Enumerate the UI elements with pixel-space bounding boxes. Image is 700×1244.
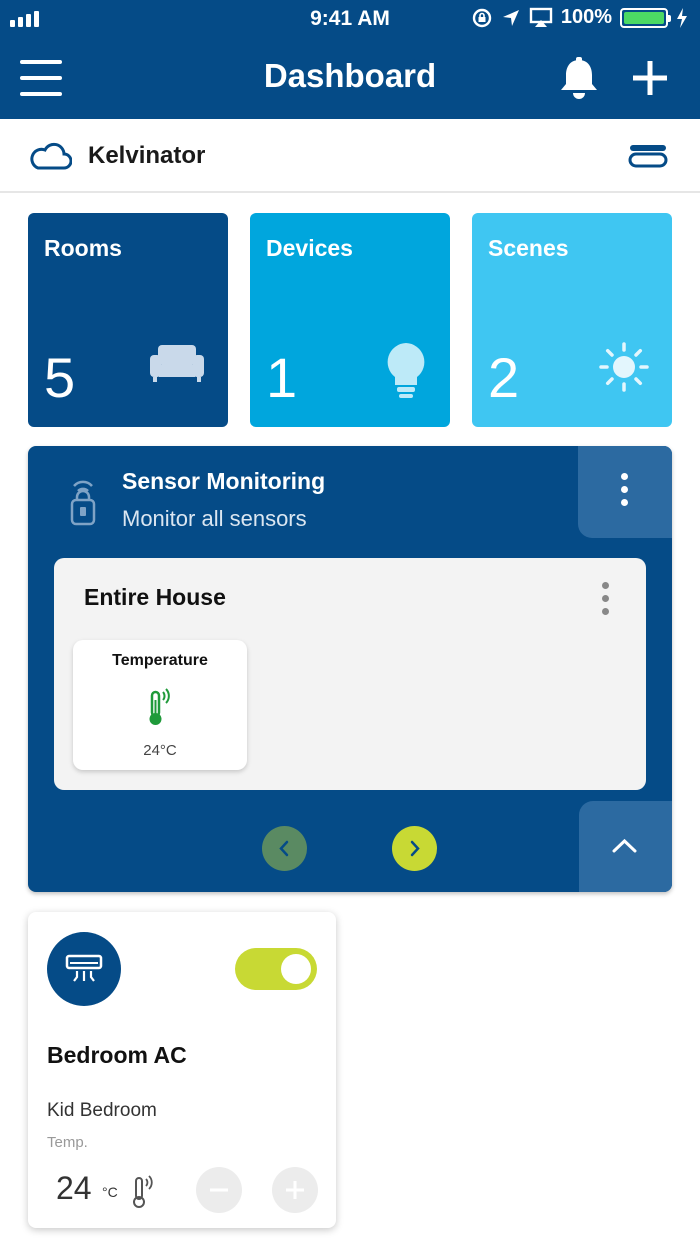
zone-title: Entire House (84, 584, 226, 610)
lightbulb-icon (387, 343, 425, 398)
thermometer-icon (133, 1175, 153, 1208)
bell-icon[interactable] (558, 56, 600, 102)
card-title: Sensor Monitoring (122, 468, 326, 494)
tile-label: Rooms (44, 235, 122, 261)
device-name: Bedroom AC (47, 1042, 187, 1068)
tile-scenes[interactable]: Scenes 2 (472, 213, 672, 427)
device-room: Kid Bedroom (47, 1100, 157, 1121)
more-vertical-icon (602, 582, 609, 615)
tile-count: 1 (266, 346, 298, 409)
airplay-icon (529, 7, 553, 27)
chevron-left-icon (279, 840, 289, 857)
zone-more-button[interactable] (594, 580, 618, 620)
cloud-icon (30, 142, 72, 170)
switch-home-icon[interactable] (628, 143, 668, 169)
card-subtitle: Monitor all sensors (122, 506, 307, 531)
temp-label: Temp. (47, 1134, 88, 1151)
card-more-button[interactable] (578, 446, 672, 538)
previous-button[interactable] (262, 826, 307, 871)
chevron-right-icon (410, 840, 420, 857)
tile-devices[interactable]: Devices 1 (250, 213, 450, 427)
battery-percent: 100% (560, 6, 612, 28)
plus-icon (286, 1181, 304, 1199)
minus-icon (210, 1188, 228, 1192)
add-icon[interactable] (630, 58, 670, 98)
chevron-up-icon (612, 838, 637, 853)
app-bar: Dashboard (0, 38, 700, 119)
next-button[interactable] (392, 826, 437, 871)
battery-icon (620, 7, 671, 28)
sensor-monitoring-card: Sensor Monitoring Monitor all sensors En… (28, 446, 672, 892)
temp-unit: °C (102, 1184, 118, 1200)
zone-card: Entire House Temperature 24°C (54, 558, 646, 790)
status-bar: 9:41 AM 100% (0, 0, 700, 38)
thermometer-icon (149, 688, 170, 725)
device-card[interactable]: Bedroom AC Kid Bedroom Temp. 24 °C (28, 912, 336, 1228)
more-vertical-icon (621, 473, 628, 506)
temp-value: 24 (56, 1170, 92, 1206)
power-toggle[interactable] (235, 948, 317, 990)
home-selector[interactable]: Kelvinator (0, 119, 700, 193)
tile-count: 5 (44, 346, 76, 409)
increase-temp-button[interactable] (272, 1167, 318, 1213)
tile-rooms[interactable]: Rooms 5 (28, 213, 228, 427)
decrease-temp-button[interactable] (196, 1167, 242, 1213)
tile-count: 2 (488, 346, 520, 409)
rotation-lock-icon (472, 8, 492, 27)
collapse-button[interactable] (579, 801, 672, 892)
sensor-label: Temperature (112, 652, 208, 669)
sofa-icon (150, 345, 204, 382)
tile-label: Scenes (488, 235, 569, 261)
sensor-value: 24°C (143, 742, 177, 759)
air-conditioner-icon (47, 932, 121, 1006)
charging-bolt-icon (677, 7, 687, 28)
tile-label: Devices (266, 235, 353, 261)
location-arrow-icon (502, 9, 519, 26)
sun-icon (599, 342, 649, 392)
home-name[interactable]: Kelvinator (88, 142, 205, 170)
temperature-sensor-tile[interactable]: Temperature 24°C (73, 640, 247, 770)
wireless-sensor-icon (70, 480, 96, 526)
